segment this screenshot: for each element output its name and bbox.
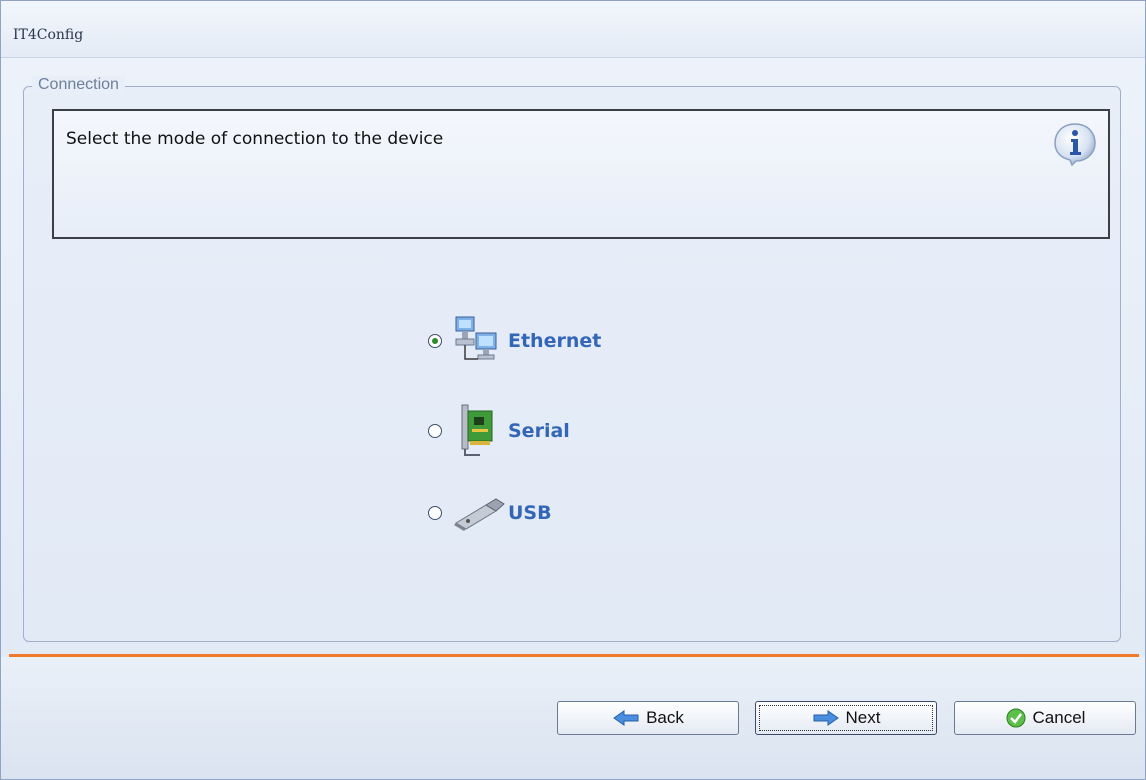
radio-usb[interactable] [428, 506, 442, 520]
option-ethernet[interactable]: Ethernet [428, 313, 601, 369]
option-label-usb: USB [508, 502, 552, 524]
info-icon [1054, 123, 1096, 167]
option-serial[interactable]: Serial [428, 403, 570, 459]
footer-bar: Back Next Cancel [1, 657, 1145, 779]
check-circle-icon [1006, 708, 1026, 728]
usb-drive-icon [454, 498, 505, 531]
arrow-right-icon [813, 710, 839, 726]
next-button-label: Next [845, 708, 881, 727]
info-text: Select the mode of connection to the dev… [66, 129, 444, 149]
arrow-left-icon [613, 710, 639, 726]
cancel-button-label: Cancel [1032, 708, 1086, 727]
option-usb[interactable]: USB [428, 493, 552, 533]
back-button-label: Back [646, 708, 684, 727]
window-title: IT4Config [13, 27, 84, 43]
group-legend: Connection [32, 76, 125, 94]
radio-ethernet[interactable] [428, 334, 442, 348]
connection-group: Connection Select the mode of connection… [23, 76, 1121, 642]
next-button[interactable]: Next [755, 701, 937, 735]
info-panel: Select the mode of connection to the dev… [52, 109, 1110, 239]
cancel-button[interactable]: Cancel [954, 701, 1136, 735]
back-button[interactable]: Back [557, 701, 739, 735]
serial-card-icon [461, 404, 493, 456]
option-label-ethernet: Ethernet [508, 330, 602, 352]
wizard-window: IT4Config Connection Select the mode of … [0, 0, 1146, 780]
title-bar: IT4Config [1, 1, 1145, 58]
network-computers-icon [455, 316, 497, 360]
radio-serial[interactable] [428, 424, 442, 438]
option-label-serial: Serial [508, 420, 570, 442]
